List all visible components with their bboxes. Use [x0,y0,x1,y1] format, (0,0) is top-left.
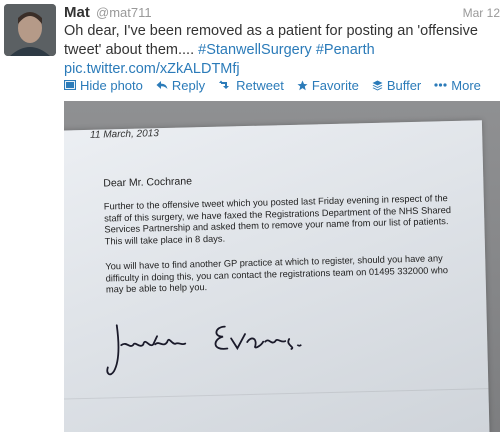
letter-paper: 11 March, 2013 Dear Mr. Cochrane Further… [64,120,490,432]
hide-photo-label: Hide photo [80,77,143,93]
favorite-label: Favorite [311,77,359,93]
star-icon [297,80,308,91]
reply-icon [156,80,168,90]
buffer-icon [372,80,383,91]
hashtag-penarth[interactable]: #Penarth [316,42,375,58]
avatar[interactable] [4,4,56,56]
hashtag-stanwellsurgery[interactable]: #StanwellSurgery [198,42,312,58]
letter-paragraph-1: Further to the offensive tweet which you… [103,193,452,246]
letter-salutation: Dear Mr. Cochrane [103,175,193,190]
photo-link[interactable]: pic.twitter.com/xZkALDTMfj [64,61,240,77]
more-dots-icon [434,83,447,87]
more-button[interactable]: More [434,78,481,93]
letter-date: 11 March, 2013 [89,128,159,141]
hide-photo-button[interactable]: Hide photo [64,78,143,93]
tweet-actions: Hide photo Reply Retweet Favorite Buffer… [64,77,500,93]
handwritten-signature [106,324,302,376]
retweet-icon [218,80,232,90]
buffer-label: Buffer [386,77,422,93]
retweet-button[interactable]: Retweet [218,78,284,93]
retweet-label: Retweet [236,77,284,93]
letter-paragraph-2: You will have to find another GP practic… [105,253,449,295]
tweet-date[interactable]: Mar 12 [463,6,500,20]
more-label: More [451,77,481,93]
paper-fold-line [64,388,489,400]
tweet-text: Oh dear, I've been removed as a patient … [64,22,494,79]
reply-button[interactable]: Reply [156,78,205,93]
buffer-button[interactable]: Buffer [372,78,421,93]
author-name[interactable]: Mat [64,4,90,21]
photo-icon [64,80,76,90]
favorite-button[interactable]: Favorite [297,78,359,93]
tweet-photo[interactable]: 11 March, 2013 Dear Mr. Cochrane Further… [64,101,500,432]
avatar-photo [4,4,56,56]
author-handle[interactable]: @mat711 [96,5,152,20]
tweet-header: Mat @mat711 Mar 12 [64,4,500,22]
reply-label: Reply [171,77,206,93]
